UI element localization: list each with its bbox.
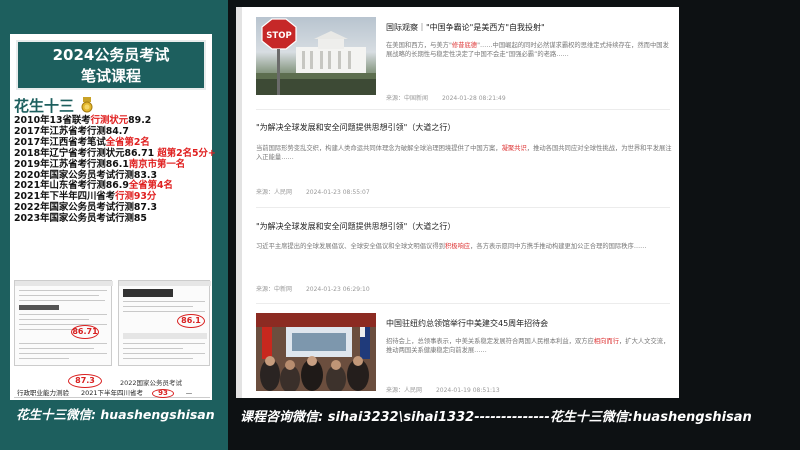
score-doc-2: 86.1 bbox=[118, 280, 211, 366]
medal-icon bbox=[81, 97, 93, 113]
promo-card: 2024公务员考试 笔试课程 花生十三 2010年13省联考行测状元89.2 20… bbox=[10, 34, 216, 401]
article-summary: 在美国和西方，与美方"修昔底德"……中国崛起的同时必然谋求霸权的思维定式持续存在… bbox=[386, 42, 669, 58]
achievement-item: 2023年国家公务员考试行测85 bbox=[14, 213, 147, 225]
divider bbox=[256, 207, 670, 208]
divider bbox=[256, 109, 670, 110]
table-cell: 行政职业能力测验 bbox=[17, 389, 69, 397]
article-date: 2024-01-23 06:29:10 bbox=[305, 286, 370, 293]
article-date: 2024-01-28 08:21:49 bbox=[441, 95, 506, 102]
table-cell: — bbox=[185, 389, 193, 397]
article-meta: 来源：中新网 2024-01-23 06:29:10 bbox=[256, 284, 382, 293]
news-panel: STOP 国际观察｜"中国争霸论"是美西方"自我投射" 在美国和西方，与美方"修… bbox=[236, 7, 679, 398]
article-summary: 当前国际形势变乱交织，构建人类命运共同体理念为破解全球治理困境提供了中国方案，凝… bbox=[256, 145, 672, 161]
article-source: 来源：中国新闻 bbox=[386, 95, 429, 102]
article-summary: 招待会上，总领事表示，中美关系稳定发展符合两国人民根本利益，双方应相向而行，扩大… bbox=[386, 338, 670, 354]
article-title[interactable]: 中国驻纽约总领馆举行中美建交45周年招待会 bbox=[386, 318, 548, 329]
score-doc-1-circle: 86.71 bbox=[71, 325, 99, 339]
article-source: 来源：中新网 bbox=[256, 286, 293, 293]
table-cell: 2021下半年四川省考 bbox=[80, 389, 144, 397]
article-date: 2024-01-23 08:55:07 bbox=[305, 189, 370, 196]
list-item[interactable]: 中国驻纽约总领馆举行中美建交45周年招待会 招待会上，总领事表示，中美关系稳定发… bbox=[256, 313, 676, 395]
wechat-footer: 花生十三微信: huashengshisan bbox=[16, 407, 215, 422]
table-row: 行政职业能力测验 2021下半年四川省考 93 — bbox=[14, 389, 210, 398]
reception-photo bbox=[256, 313, 376, 391]
achievement-list: 2010年13省联考行测状元89.2 2017年江苏省考行测84.7 2017年江西… bbox=[14, 115, 216, 225]
article-thumbnail[interactable] bbox=[256, 313, 376, 391]
svg-text:STOP: STOP bbox=[266, 31, 291, 41]
score-screenshots: 86.71 86.1 bbox=[14, 280, 211, 370]
article-title[interactable]: "为解决全球发展和安全问题提供思想引领"（大道之行） bbox=[256, 122, 455, 133]
list-item[interactable]: STOP 国际观察｜"中国争霸论"是美西方"自我投射" 在美国和西方，与美方"修… bbox=[256, 17, 676, 102]
promo-panel: 2024公务员考试 笔试课程 花生十三 2010年13省联考行测状元89.2 20… bbox=[0, 0, 228, 450]
score-doc-3-circle: 87.3 bbox=[68, 374, 102, 388]
list-item[interactable]: "为解决全球发展和安全问题提供思想引领"（大道之行） 习近平主席提出的全球发展倡… bbox=[256, 217, 676, 297]
article-meta: 来源：人民网 2024-01-23 08:55:07 bbox=[256, 187, 382, 196]
article-meta: 来源：中国新闻 2024-01-28 08:21:49 bbox=[386, 93, 518, 102]
table-score-circle: 93 bbox=[152, 389, 174, 398]
whitehouse-stop-image: STOP bbox=[256, 18, 376, 95]
article-meta: 来源：人民网 2024-01-19 08:51:13 bbox=[386, 385, 512, 394]
promo-title-line1: 2024公务员考试 bbox=[52, 46, 170, 64]
article-source: 来源：人民网 bbox=[386, 387, 423, 394]
promo-title: 2024公务员考试 笔试课程 bbox=[16, 40, 206, 90]
promo-title-line2: 笔试课程 bbox=[80, 67, 141, 85]
article-date: 2024-01-19 08:51:13 bbox=[435, 387, 500, 394]
brand-row: 花生十三 bbox=[14, 96, 94, 115]
score-doc-2-circle: 86.1 bbox=[177, 314, 205, 328]
score-doc-3-caption: 2022国家公务员考试 bbox=[120, 379, 183, 387]
article-title[interactable]: "为解决全球发展和安全问题提供思想引领"（大道之行） bbox=[256, 221, 455, 232]
news-list: STOP 国际观察｜"中国争霸论"是美西方"自我投射" 在美国和西方，与美方"修… bbox=[236, 7, 679, 398]
brand-name: 花生十三 bbox=[14, 96, 75, 115]
article-title[interactable]: 国际观察｜"中国争霸论"是美西方"自我投射" bbox=[386, 22, 545, 33]
article-source: 来源：人民网 bbox=[256, 189, 293, 196]
score-doc-1: 86.71 bbox=[14, 280, 113, 366]
article-summary: 习近平主席提出的全球发展倡议、全球安全倡议和全球文明倡议得到积极响应，各方表示愿… bbox=[256, 243, 647, 250]
score-table: 行政职业能力测验 2021下半年四川省考 93 — bbox=[14, 389, 210, 401]
divider bbox=[256, 303, 670, 304]
consult-caption: 课程咨询微信: sihai3232\sihai1332-------------… bbox=[240, 410, 752, 425]
article-thumbnail[interactable]: STOP bbox=[256, 17, 376, 95]
list-item[interactable]: "为解决全球发展和安全问题提供思想引领"（大道之行） 当前国际形势变乱交织，构建… bbox=[256, 119, 676, 199]
